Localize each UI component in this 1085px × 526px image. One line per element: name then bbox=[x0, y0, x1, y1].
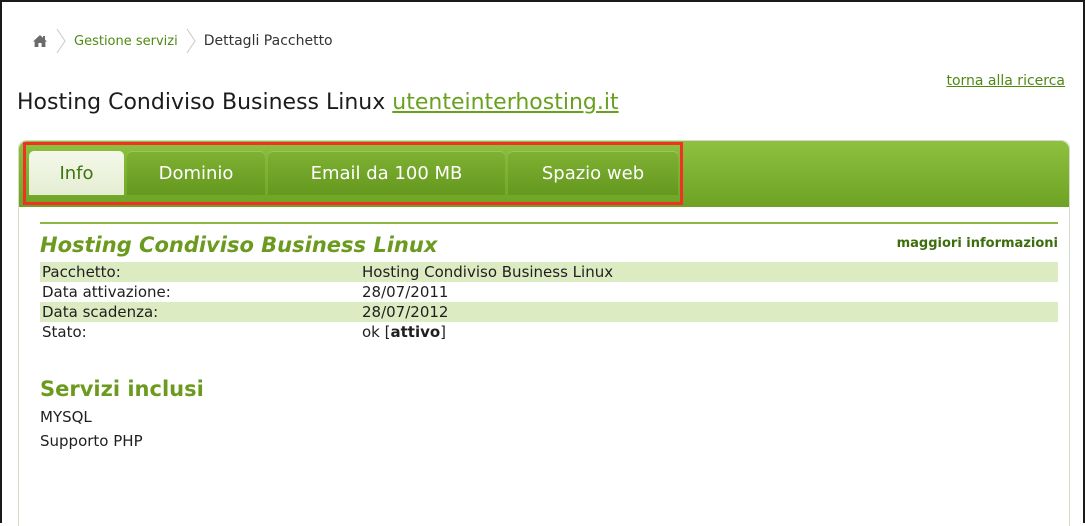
page-title: Hosting Condiviso Business Linux utentei… bbox=[17, 90, 619, 115]
details-table: Pacchetto: Hosting Condiviso Business Li… bbox=[40, 262, 1058, 342]
tab-email[interactable]: Email da 100 MB bbox=[268, 151, 505, 195]
detail-value: Hosting Condiviso Business Linux bbox=[362, 263, 614, 281]
detail-value: 28/07/2012 bbox=[362, 303, 449, 321]
detail-value: 28/07/2011 bbox=[362, 283, 449, 301]
detail-key: Data scadenza: bbox=[42, 303, 159, 321]
chevron-right-icon bbox=[56, 28, 66, 54]
list-item: MYSQL bbox=[40, 408, 92, 426]
status-prefix: ok [ bbox=[362, 323, 391, 341]
detail-row-data-attivazione: Data attivazione: 28/07/2011 bbox=[40, 282, 1058, 302]
back-to-search-link[interactable]: torna alla ricerca bbox=[946, 73, 1065, 89]
tab-info[interactable]: Info bbox=[29, 151, 124, 195]
list-item: Supporto PHP bbox=[40, 432, 143, 450]
included-services-title: Servizi inclusi bbox=[40, 377, 204, 401]
detail-row-pacchetto: Pacchetto: Hosting Condiviso Business Li… bbox=[40, 262, 1058, 282]
page-title-text: Hosting Condiviso Business Linux bbox=[17, 90, 386, 115]
tab-list: Info Dominio Email da 100 MB Spazio web bbox=[29, 151, 681, 195]
detail-key: Data attivazione: bbox=[42, 283, 171, 301]
status-value: ok [attivo] bbox=[362, 323, 1058, 341]
tab-spazio-web[interactable]: Spazio web bbox=[508, 151, 678, 195]
more-info-link[interactable]: maggiori informazioni bbox=[897, 236, 1058, 251]
tab-dominio[interactable]: Dominio bbox=[127, 151, 265, 195]
section-title: Hosting Condiviso Business Linux bbox=[40, 233, 438, 257]
status-badge: attivo bbox=[390, 323, 441, 341]
tab-bar: Info Dominio Email da 100 MB Spazio web bbox=[19, 141, 1069, 207]
section-header: Hosting Condiviso Business Linux maggior… bbox=[40, 224, 1058, 262]
breadcrumb: Gestione servizi Dettagli Pacchetto bbox=[32, 28, 333, 54]
detail-key: Pacchetto: bbox=[42, 263, 121, 281]
detail-row-stato: Stato: ok [attivo] bbox=[40, 322, 1058, 342]
home-icon[interactable] bbox=[32, 34, 48, 48]
domain-link[interactable]: utenteinterhosting.it bbox=[392, 90, 618, 115]
status-suffix: ] bbox=[440, 323, 447, 341]
breadcrumb-current: Dettagli Pacchetto bbox=[203, 33, 333, 49]
info-content: Hosting Condiviso Business Linux maggior… bbox=[40, 222, 1058, 453]
breadcrumb-link-gestione-servizi[interactable]: Gestione servizi bbox=[74, 34, 178, 49]
chevron-right-icon bbox=[186, 28, 196, 54]
page-frame: Gestione servizi Dettagli Pacchetto torn… bbox=[0, 0, 1085, 526]
detail-row-data-scadenza: Data scadenza: 28/07/2012 bbox=[40, 302, 1058, 322]
detail-key: Stato: bbox=[42, 323, 87, 341]
